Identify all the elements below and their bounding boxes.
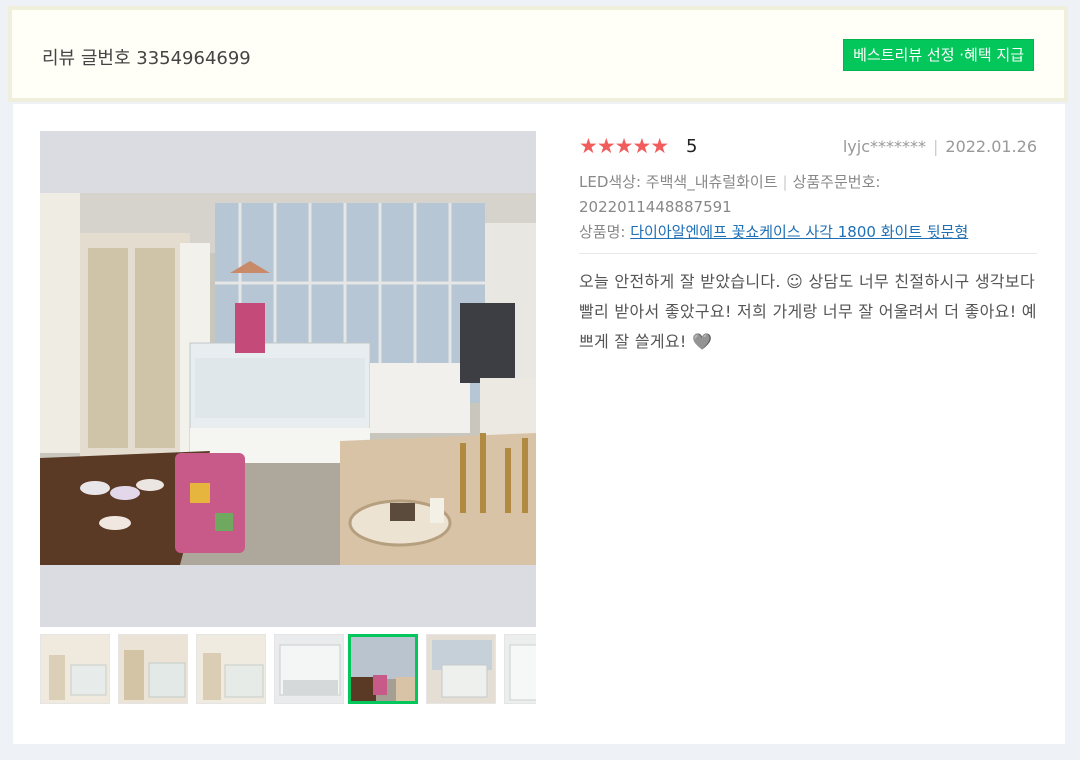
product-name-line: 상품명: 다이아알엔에프 꽃쇼케이스 사각 1800 화이트 뒷문형 bbox=[579, 220, 1037, 245]
order-number: 2022011448887591 bbox=[579, 198, 732, 216]
divider bbox=[579, 253, 1037, 254]
review-date: 2022.01.26 bbox=[945, 137, 1037, 156]
product-name-label: 상품명: bbox=[579, 223, 626, 241]
thumbnail-2[interactable] bbox=[118, 634, 188, 704]
order-number-label: 상품주문번호: bbox=[792, 173, 881, 191]
option-info: LED색상: 주백색_내츄럴화이트 | 상품주문번호: 20220114488875… bbox=[579, 170, 1037, 220]
thumbnail-3[interactable] bbox=[196, 634, 266, 704]
main-photo[interactable] bbox=[40, 131, 536, 627]
thumbnail-1[interactable] bbox=[40, 634, 110, 704]
option-separator: | bbox=[782, 173, 788, 191]
review-meta: lyjc******* | 2022.01.26 bbox=[843, 136, 1037, 158]
review-body: 오늘 안전하게 잘 받았습니다. ☺ 상담도 너무 친절하시구 생각보다 빨리 … bbox=[579, 272, 1037, 351]
review-number: 리뷰 글번호 3354964699 bbox=[42, 48, 251, 69]
thumbnail-6[interactable] bbox=[426, 634, 496, 704]
shop-interior-photo bbox=[40, 193, 536, 565]
review-page: 리뷰 글번호 3354964699 베스트리뷰 선정 ·혜택 지급 ★★★★★ … bbox=[0, 0, 1080, 760]
review-info: ★★★★★ 5 lyjc******* | 2022.01.26 LED색상: 주백… bbox=[579, 134, 1037, 357]
thumbnail-5-selected[interactable] bbox=[348, 634, 418, 704]
best-review-badge: 베스트리뷰 선정 ·혜택 지급 bbox=[843, 39, 1034, 71]
reviewer-id: lyjc******* bbox=[842, 137, 926, 156]
product-name-link[interactable]: 다이아알엔에프 꽃쇼케이스 사각 1800 화이트 뒷문형 bbox=[630, 223, 968, 241]
thumbnail-strip bbox=[40, 634, 536, 708]
rating-score: 5 bbox=[686, 136, 698, 157]
option-value: LED색상: 주백색_내츄럴화이트 bbox=[579, 173, 778, 191]
review-card: ★★★★★ 5 lyjc******* | 2022.01.26 LED색상: 주백… bbox=[13, 104, 1065, 744]
thumbnail-7[interactable] bbox=[504, 634, 536, 704]
review-header: 리뷰 글번호 3354964699 베스트리뷰 선정 ·혜택 지급 bbox=[8, 6, 1068, 102]
thumbnail-4[interactable] bbox=[274, 634, 344, 704]
rating-row: ★★★★★ 5 lyjc******* | 2022.01.26 bbox=[579, 134, 1037, 160]
meta-separator: | bbox=[933, 137, 939, 156]
star-rating: ★★★★★ bbox=[579, 134, 669, 158]
